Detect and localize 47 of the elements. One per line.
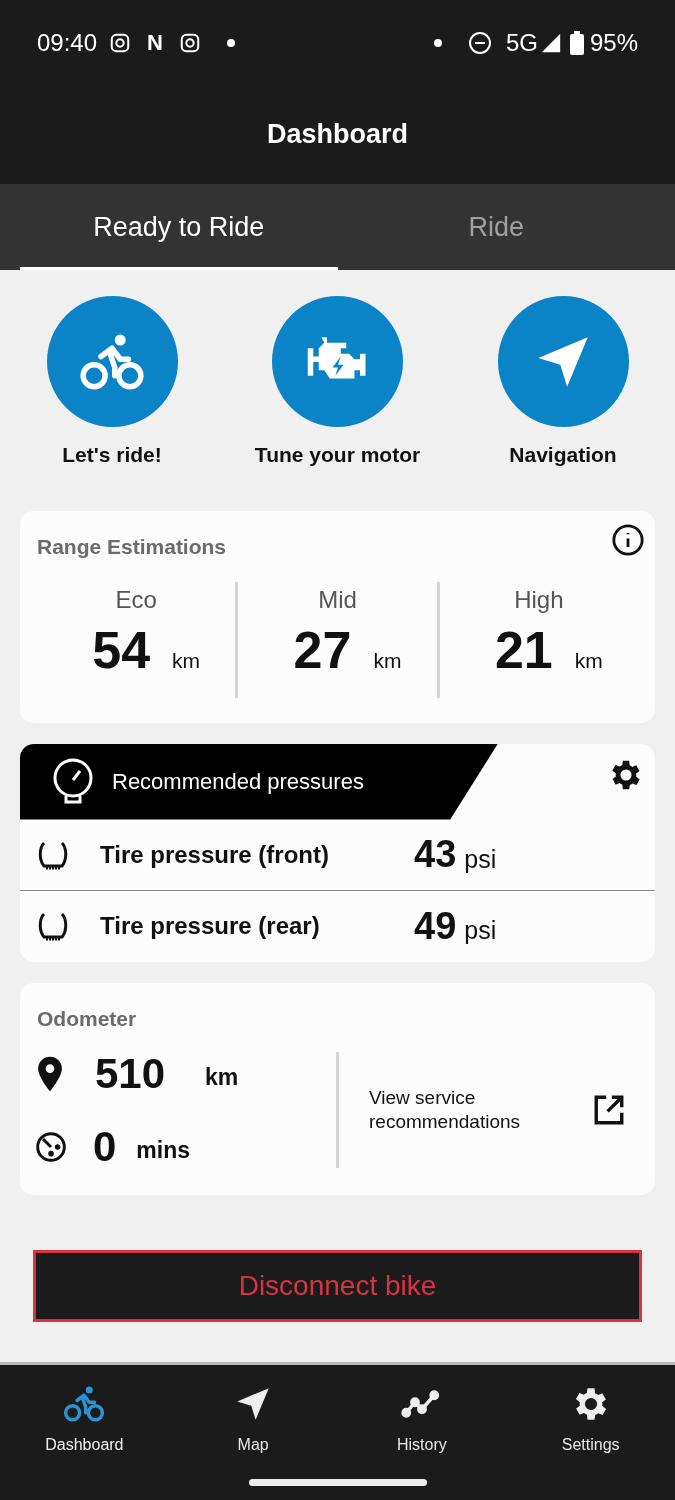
app-notification-icon: N <box>147 26 163 59</box>
battery-icon <box>569 30 584 55</box>
do-not-disturb-icon <box>467 30 492 55</box>
range-value: 27 <box>293 624 352 676</box>
pressure-unit: psi <box>464 843 497 875</box>
nav-item[interactable]: Settings <box>506 1383 675 1457</box>
range-unit: km <box>574 647 603 674</box>
tab[interactable]: Ride <box>337 184 655 270</box>
mode-label: Eco <box>115 585 157 615</box>
tab[interactable]: Ready to Ride <box>20 184 338 270</box>
network-type: 5G <box>505 27 538 58</box>
camera-app-icon <box>178 31 201 54</box>
pressure-label: Tire pressure (front) <box>100 839 330 870</box>
card-title: Range Estimations <box>37 534 227 558</box>
mode-label: High <box>514 585 564 615</box>
battery-percentage: 95% <box>589 27 638 58</box>
card-title: Odometer <box>37 1006 137 1030</box>
screen-title: Dashboard <box>267 118 408 152</box>
range-value: 54 <box>92 624 151 676</box>
card-title: Recommended pressures <box>112 768 364 796</box>
tire-icon <box>36 911 70 941</box>
gauge-icon <box>52 757 94 806</box>
pressure-value: 49 <box>414 903 457 949</box>
service-recommendations-link[interactable]: View service recommendations <box>339 1052 638 1168</box>
tire-icon <box>36 839 70 870</box>
info-icon[interactable] <box>611 522 645 557</box>
pressure-value: 43 <box>414 832 457 877</box>
range-unit: km <box>172 647 201 674</box>
time-value: 0 <box>93 1122 117 1172</box>
status-time: 09:40 <box>37 27 98 58</box>
pressure-unit: psi <box>464 915 497 947</box>
range-unit: km <box>373 647 402 674</box>
external-link-icon <box>592 1093 626 1127</box>
pressure-label: Tire pressure (rear) <box>100 911 321 941</box>
location-pin-icon <box>37 1055 63 1092</box>
distance-value: 510 <box>95 1049 167 1099</box>
timer-icon <box>35 1130 67 1163</box>
mode-label: Mid <box>318 585 357 615</box>
time-unit: mins <box>136 1136 191 1166</box>
range-value: 21 <box>494 624 553 676</box>
signal-icon <box>539 31 562 54</box>
nav-item[interactable]: History <box>337 1383 507 1457</box>
nav-item[interactable]: Dashboard <box>0 1383 169 1457</box>
camera-app-icon <box>109 31 132 54</box>
disconnect-button[interactable]: Disconnect bike <box>33 1249 642 1322</box>
nav-item[interactable]: Map <box>168 1383 338 1457</box>
distance-unit: km <box>205 1063 239 1093</box>
